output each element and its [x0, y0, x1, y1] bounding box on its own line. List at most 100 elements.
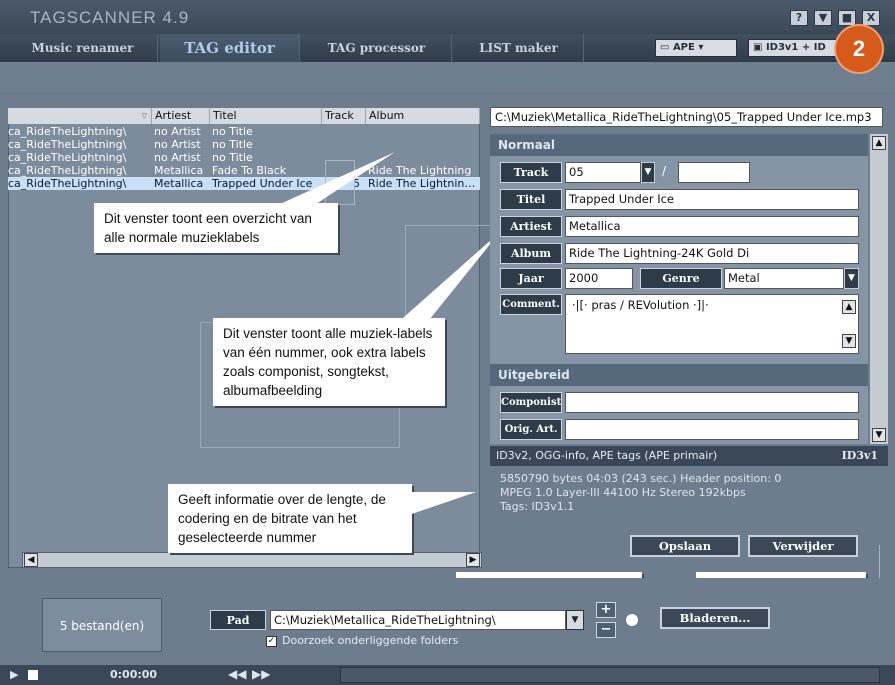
add-icon[interactable]: + [596, 602, 616, 618]
progress-bar[interactable] [340, 667, 880, 683]
label-title[interactable]: Titel [500, 189, 562, 210]
album-input[interactable]: Ride The Lightning-24K Gold Di [565, 243, 859, 264]
scroll-right-icon[interactable]: ▶ [466, 553, 480, 567]
artist-input[interactable]: Metallica [565, 216, 859, 237]
column-header-artist[interactable]: Artiest [152, 108, 210, 124]
scroll-up-icon[interactable]: ▲ [872, 136, 886, 150]
row-artist: no Artist [154, 151, 201, 164]
table-row[interactable]: ca_RideTheLightning\ no Artist no Title [8, 151, 480, 164]
dot-icon[interactable] [626, 614, 638, 626]
tag-info-text: ID3v2, OGG-info, APE tags (APE primair) [496, 449, 718, 462]
step-badge: 2 [836, 26, 882, 72]
year-input[interactable]: 2000 [565, 268, 633, 289]
callout-overview: Dit venster toont een overzicht van alle… [94, 203, 338, 253]
genre-select[interactable]: Metal [724, 268, 844, 289]
column-header-album[interactable]: Album [366, 108, 480, 124]
remove-icon[interactable]: − [596, 622, 616, 638]
chevron-down-icon[interactable]: ▼ [844, 268, 859, 289]
table-row-selected[interactable]: ca_RideTheLightning\ Metallica Trapped U… [8, 177, 480, 190]
label-orig-artist[interactable]: Orig. Art. [500, 419, 562, 440]
folder-icon: ▭ [660, 42, 673, 53]
label-track[interactable]: Track [500, 162, 562, 183]
section-extended: Uitgebreid [490, 364, 868, 386]
horizontal-scrollbar[interactable] [22, 552, 482, 568]
forward-icon[interactable]: ▶▶ [252, 667, 270, 681]
column-header-title[interactable]: Titel [210, 108, 322, 124]
audio-info: 5850790 bytes 04:03 (243 sec.) Header po… [500, 472, 880, 514]
tag-version-select[interactable]: ▣ ID3v1 + ID [748, 39, 838, 57]
minimize-button[interactable]: ▼ [814, 10, 832, 26]
scroll-left-icon[interactable]: ◀ [24, 553, 38, 567]
track-separator: / [662, 164, 667, 178]
composer-input[interactable] [565, 392, 859, 413]
label-composer[interactable]: Componist [500, 392, 562, 413]
help-button[interactable]: ? [790, 10, 808, 26]
chevron-down-icon[interactable]: ▼ [641, 162, 655, 183]
column-header-track[interactable]: Track [322, 108, 366, 124]
orig-artist-input[interactable] [565, 419, 859, 440]
table-row[interactable]: ca_RideTheLightning\ no Artist no Title [8, 125, 480, 138]
path-input[interactable]: C:\Muziek\Metallica_RideTheLightning\ [270, 610, 566, 630]
close-button[interactable]: X [862, 10, 880, 26]
scroll-down-icon[interactable]: ▼ [842, 334, 856, 348]
file-path-field[interactable]: C:\Muziek\Metallica_RideTheLightning\05_… [490, 107, 883, 127]
chevron-down-icon[interactable]: ▼ [566, 610, 584, 630]
subfolders-checkbox[interactable]: ✓ [266, 636, 277, 647]
app-title: TAGSCANNER 4.9 [30, 8, 190, 27]
row-path: ca_RideTheLightning\ [8, 164, 127, 177]
callout-info: Geeft informatie over de lengte, de code… [168, 484, 412, 553]
row-title: no Title [212, 125, 253, 138]
row-artist: no Artist [154, 125, 201, 138]
scroll-up-icon[interactable]: ▲ [842, 300, 856, 314]
audio-info-line: Tags: ID3v1.1 [500, 500, 575, 513]
tab-tag-processor[interactable]: TAG processor [302, 34, 452, 62]
chevron-down-icon: ▾ [694, 42, 704, 53]
table-row[interactable]: ca_RideTheLightning\ no Artist no Title [8, 138, 480, 151]
subfolders-label: Doorzoek onderliggende folders [282, 634, 459, 647]
tab-bar: Music renamer TAG editor TAG processor L… [0, 34, 895, 62]
stop-icon[interactable] [28, 670, 38, 680]
row-path: ca_RideTheLightning\ [8, 151, 127, 164]
table-row[interactable]: ca_RideTheLightning\ Metallica Fade To B… [8, 164, 480, 177]
label-album[interactable]: Album [500, 243, 562, 264]
vertical-scrollbar[interactable] [870, 134, 888, 444]
label-comment[interactable]: Comment. [500, 294, 562, 315]
track-total-input[interactable] [678, 162, 750, 183]
tag-info-bar: ID3v2, OGG-info, APE tags (APE primair) … [490, 446, 888, 466]
row-artist: Metallica [154, 177, 204, 190]
tag-info-right: ID3v1 [841, 449, 878, 462]
browse-button[interactable]: Bladeren... [660, 607, 770, 629]
tab-tag-editor[interactable]: TAG editor [160, 34, 300, 62]
save-icon: ▣ [753, 42, 766, 53]
audio-info-line: MPEG 1.0 Layer-III 44100 Hz Stereo 192kb… [500, 486, 746, 499]
row-path: ca_RideTheLightning\ [8, 125, 127, 138]
comment-textarea[interactable]: ·|[· pras / REVolution ·]|· [565, 294, 859, 354]
callout-pointer [395, 232, 500, 325]
tab-list-maker[interactable]: LIST maker [454, 34, 584, 62]
play-icon[interactable]: ▶ [10, 668, 18, 681]
track-input[interactable]: 05 [565, 162, 641, 183]
sort-indicator-icon[interactable]: ▿ [8, 108, 152, 124]
row-artist: Metallica [154, 164, 204, 177]
section-normal: Normaal [490, 134, 868, 156]
format-select[interactable]: ▭ APE ▾ [655, 39, 737, 57]
maximize-button[interactable]: ■ [838, 10, 856, 26]
label-genre[interactable]: Genre [640, 268, 722, 289]
path-label: Pad [210, 610, 266, 630]
callout-tags: Dit venster toont alle muziek-labels van… [213, 318, 445, 406]
rewind-icon[interactable]: ◀◀ [228, 667, 246, 681]
row-artist: no Artist [154, 138, 201, 151]
row-path: ca_RideTheLightning\ [8, 177, 127, 190]
title-input[interactable]: Trapped Under Ice [565, 189, 859, 210]
label-artist[interactable]: Artiest [500, 216, 562, 237]
label-year[interactable]: Jaar [500, 268, 562, 289]
callout-pointer [400, 492, 476, 518]
time-display: 0:00:00 [110, 668, 158, 681]
scroll-down-icon[interactable]: ▼ [872, 428, 886, 442]
save-button[interactable]: Opslaan [630, 535, 740, 557]
file-count: 5 bestand(en) [42, 598, 162, 652]
tab-music-renamer[interactable]: Music renamer [8, 34, 158, 62]
remove-button[interactable]: Verwijder [748, 535, 858, 557]
toolbar-strip [0, 62, 895, 92]
audio-info-line: 5850790 bytes 04:03 (243 sec.) Header po… [500, 472, 782, 485]
